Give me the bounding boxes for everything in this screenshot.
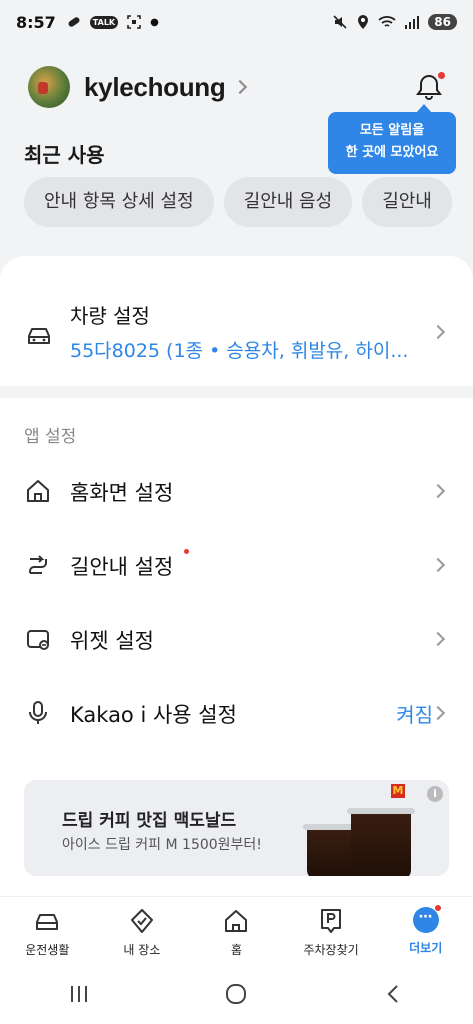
chevron-right-icon (430, 324, 446, 340)
home-button-icon[interactable] (224, 982, 248, 1006)
status-right-icons: 86 (332, 14, 457, 30)
chevron-right-icon (430, 705, 446, 721)
coffee-cup-image (303, 824, 361, 876)
widget-icon (27, 630, 49, 650)
menu-item-kakao-i-settings[interactable]: Kakao i 사용 설정 켜짐 (0, 685, 473, 741)
wifi-icon (378, 16, 396, 27)
chevron-right-icon (430, 631, 446, 647)
nav-tab-my-places[interactable]: 내 장소 (95, 897, 190, 964)
mcdonalds-logo-icon: M (391, 784, 405, 798)
location-icon (358, 15, 369, 29)
recent-chip[interactable]: 길안내 음성 (223, 177, 353, 227)
mute-icon (333, 15, 347, 29)
recent-chip[interactable]: 길안내 (362, 177, 452, 227)
more-icon: ⋯ (412, 905, 441, 933)
nav-label: 내 장소 (123, 943, 161, 957)
status-left-icons: TALK ● (66, 14, 159, 30)
tooltip-line1: 모든 알림을 (359, 123, 425, 138)
vehicle-title: 차량 설정 (70, 304, 150, 328)
profile-link[interactable]: kylechoung (28, 66, 248, 108)
tooltip-line2: 한 곳에 모았어요 (345, 145, 439, 160)
menu-item-label: 위젯 설정 (70, 629, 154, 653)
notification-dot (434, 905, 441, 911)
vehicle-subtitle: 55다8025 (1종 • 승용차, 휘발유, 하이... (70, 340, 409, 362)
section-label: 앱 설정 (24, 427, 77, 447)
screenshot-icon (127, 15, 141, 29)
system-nav-bar (0, 964, 473, 1024)
kakao-i-status: 켜짐 (396, 703, 433, 727)
username: kylechoung (84, 71, 226, 102)
vehicle-settings-row[interactable]: 차량 설정 55다8025 (1종 • 승용차, 휘발유, 하이... (0, 300, 473, 380)
mic-icon (29, 701, 47, 724)
recent-chip[interactable]: 안내 항목 상세 설정 (24, 177, 214, 227)
chevron-right-icon (430, 557, 446, 573)
shield-check-icon (130, 909, 153, 933)
nav-tab-more[interactable]: ⋯ 더보기 (378, 897, 473, 964)
nav-tab-parking[interactable]: 주차장찾기 (284, 897, 379, 964)
pill-icon (68, 17, 80, 27)
nav-tab-home[interactable]: 홈 (189, 897, 284, 964)
new-badge-dot (184, 549, 189, 554)
home-icon (225, 910, 248, 932)
chevron-right-icon (430, 483, 446, 499)
menu-item-label: 길안내 설정 (70, 555, 174, 579)
coffee-cup-image (347, 808, 415, 876)
chevron-right-icon (233, 79, 248, 95)
parking-icon (321, 909, 342, 933)
route-icon (29, 555, 47, 574)
menu-item-navigation-settings[interactable]: 길안내 설정 (0, 537, 473, 593)
recent-apps-icon[interactable] (67, 982, 91, 1006)
home-icon (27, 480, 49, 502)
talk-icon: TALK (89, 15, 119, 29)
car-icon (28, 328, 50, 344)
signal-icon (405, 16, 420, 29)
menu-item-widget-settings[interactable]: 위젯 설정 (0, 611, 473, 667)
back-icon[interactable] (382, 982, 406, 1006)
nav-label: 더보기 (409, 941, 443, 955)
bottom-nav: 운전생활 내 장소 홈 주차장찾기 ⋯ 더보기 (0, 896, 473, 964)
status-bar: 8:57 TALK ● 86 (0, 0, 473, 44)
nav-label: 운전생활 (25, 943, 70, 957)
menu-item-home-settings[interactable]: 홈화면 설정 (0, 463, 473, 519)
notification-tooltip[interactable]: 모든 알림을 한 곳에 모았어요 (328, 104, 456, 174)
menu-item-label: Kakao i 사용 설정 (70, 703, 237, 727)
recent-title: 최근 사용 (24, 143, 105, 167)
ad-subtitle: 아이스 드립 커피 M 1500원부터! (62, 837, 262, 853)
avatar (28, 66, 70, 108)
dot-icon: ● (150, 16, 159, 28)
ad-title: 드립 커피 맛집 맥도날드 (62, 811, 237, 831)
section-divider (0, 386, 473, 398)
notification-dot (438, 72, 445, 79)
status-time: 8:57 (16, 12, 56, 32)
menu-item-label: 홈화면 설정 (70, 481, 174, 505)
nav-label: 홈 (230, 943, 242, 957)
nav-label: 주차장찾기 (303, 943, 359, 957)
ad-banner[interactable]: 드립 커피 맛집 맥도날드 아이스 드립 커피 M 1500원부터! M i (24, 780, 449, 876)
battery-icon: 86 (428, 14, 457, 30)
recent-chips: 안내 항목 상세 설정 길안내 음성 길안내 (24, 177, 452, 227)
car-icon (36, 914, 59, 930)
ad-info-icon[interactable]: i (427, 786, 443, 802)
nav-tab-driving-life[interactable]: 운전생활 (0, 897, 95, 964)
